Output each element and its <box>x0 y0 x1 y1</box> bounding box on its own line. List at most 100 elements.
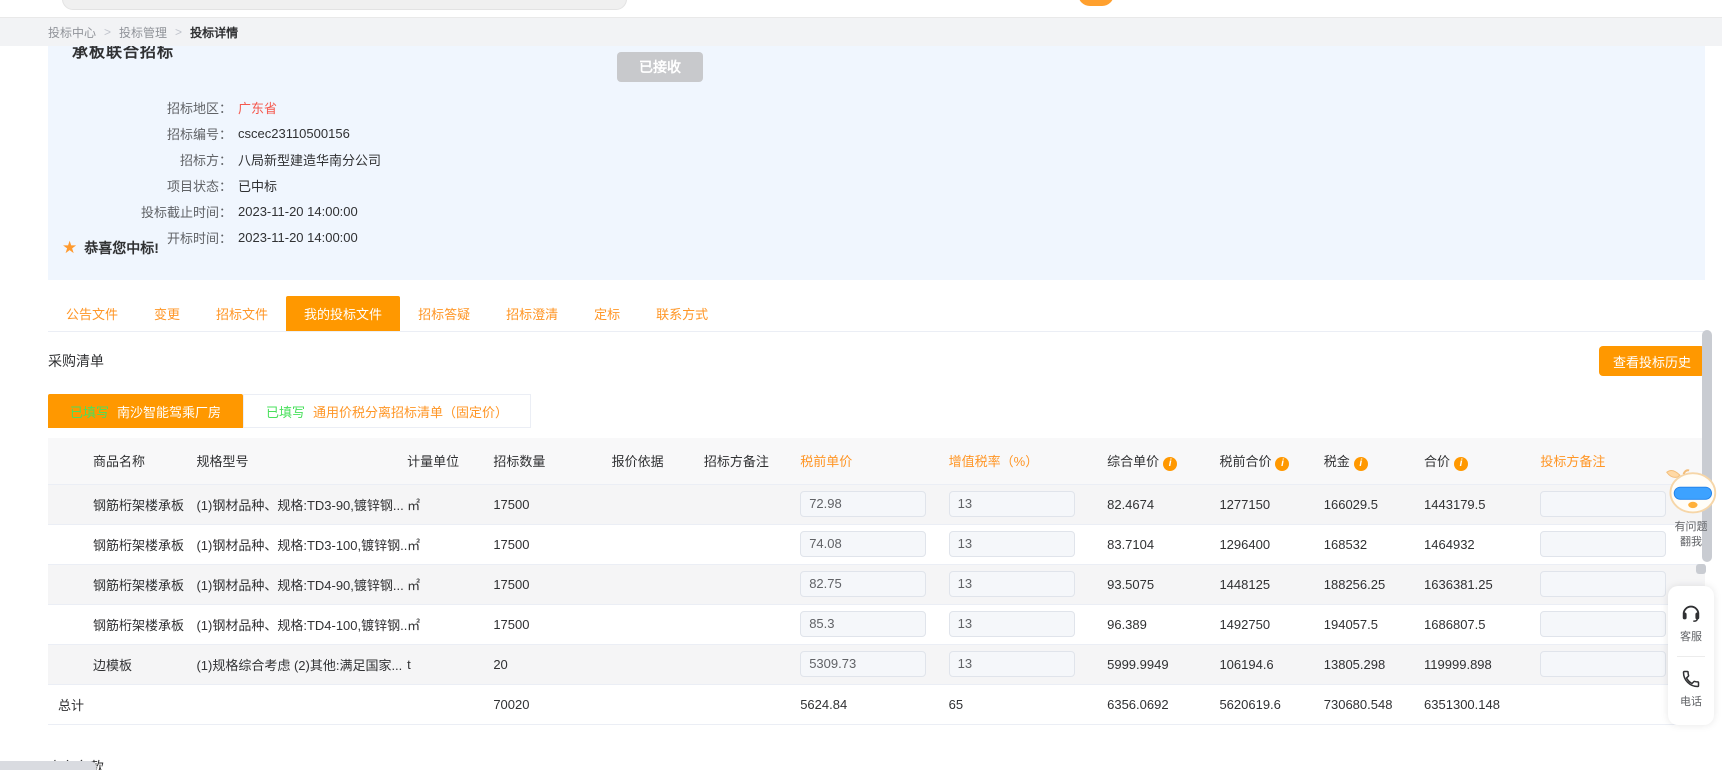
pretax-price-input[interactable]: 85.3 <box>800 611 926 637</box>
cell-unit: ㎡ <box>407 604 493 644</box>
cell-unit: ㎡ <box>407 484 493 524</box>
cell-composite_price: 82.4674 <box>1107 484 1219 524</box>
business-terms-title: 商务条款 <box>48 757 1722 770</box>
cell-spec: (1)钢材品种、规格:TD3-90,镀锌钢... <box>196 484 407 524</box>
total-cell-basis <box>612 684 704 724</box>
bidder-note-input[interactable] <box>1540 491 1666 517</box>
total-cell-tenderer_note <box>704 684 800 724</box>
cell-tax: 13805.298 <box>1324 644 1424 684</box>
subtab[interactable]: 已填写通用价税分离招标清单（固定价） <box>243 394 531 428</box>
bidder-note-input[interactable] <box>1540 571 1666 597</box>
breadcrumb-item[interactable]: 投标管理 <box>119 24 167 41</box>
purchase-table-body: 钢筋桁架楼承板(1)钢材品种、规格:TD3-90,镀锌钢...㎡1750072.… <box>48 484 1705 724</box>
cell-name: 边模板 <box>48 644 196 684</box>
congrats-row: ★ 恭喜您中标! <box>62 238 159 258</box>
cell-vat_rate: 13 <box>949 644 1107 684</box>
cell-tax: 194057.5 <box>1324 604 1424 644</box>
vat-rate-input[interactable]: 13 <box>949 571 1075 597</box>
customer-service-button[interactable]: 客服 <box>1680 598 1702 648</box>
cell-pretax_price: 5309.73 <box>800 644 948 684</box>
cell-basis <box>612 484 704 524</box>
info-field-value: 广东省 <box>238 98 277 117</box>
bidder-note-input[interactable] <box>1540 611 1666 637</box>
mascot-helper-icon[interactable] <box>1663 462 1719 518</box>
cell-pretax_price: 74.08 <box>800 524 948 564</box>
cell-vat_rate: 13 <box>949 524 1107 564</box>
view-bid-history-button[interactable]: 查看投标历史 <box>1599 346 1705 376</box>
pretax-price-input[interactable]: 74.08 <box>800 531 926 557</box>
column-header-label: 税金 <box>1324 454 1350 469</box>
info-icon[interactable]: i <box>1163 457 1177 471</box>
subtab-label: 通用价税分离招标清单（固定价） <box>313 402 508 421</box>
cell-qty: 17500 <box>493 604 611 644</box>
cell-unit: ㎡ <box>407 524 493 564</box>
column-header: 招标数量 <box>493 438 611 484</box>
vat-rate-input[interactable]: 13 <box>949 491 1075 517</box>
cell-qty: 17500 <box>493 564 611 604</box>
info-field-value: 已中标 <box>238 176 277 195</box>
cell-tenderer_note <box>704 604 800 644</box>
total-cell-composite_price: 6356.0692 <box>1107 684 1219 724</box>
info-icon[interactable]: i <box>1354 457 1368 471</box>
cell-name: 钢筋桁架楼承板 <box>48 484 196 524</box>
vat-rate-input[interactable]: 13 <box>949 651 1075 677</box>
column-header: 合价i <box>1424 438 1540 484</box>
bidder-note-input[interactable] <box>1540 531 1666 557</box>
tab-item[interactable]: 我的投标文件 <box>286 296 400 331</box>
table-row: 边模板(1)规格综合考虑 (2)其他:满足国家...t205309.731359… <box>48 644 1705 684</box>
pretax-price-input[interactable]: 82.75 <box>800 571 926 597</box>
cell-name: 钢筋桁架楼承板 <box>48 604 196 644</box>
phone-button[interactable]: 电话 <box>1680 665 1702 713</box>
cell-basis <box>612 524 704 564</box>
bid-info-panel: 承板联合招标 已接收 招标地区：广东省招标编号：cscec23110500156… <box>48 46 1705 280</box>
column-header-label: 投标方备注 <box>1540 454 1605 469</box>
tab-item[interactable]: 定标 <box>576 296 638 331</box>
column-header-label: 招标方备注 <box>704 454 769 469</box>
breadcrumb-item[interactable]: 投标中心 <box>48 24 96 41</box>
bidder-note-input[interactable] <box>1540 651 1666 677</box>
cell-tax: 166029.5 <box>1324 484 1424 524</box>
cell-tenderer_note <box>704 484 800 524</box>
subtab[interactable]: 已填写南沙智能驾乘厂房 <box>48 394 243 428</box>
mascot-hand-icon <box>1696 564 1706 574</box>
tab-item[interactable]: 变更 <box>136 296 198 331</box>
vat-rate-input[interactable]: 13 <box>949 611 1075 637</box>
info-field-label: 投标截止时间： <box>72 202 232 221</box>
column-header: 增值税率（%） <box>949 438 1107 484</box>
headset-icon <box>1680 602 1702 624</box>
cell-spec: (1)钢材品种、规格:TD4-100,镀锌钢... <box>196 604 407 644</box>
tab-item[interactable]: 招标澄清 <box>488 296 576 331</box>
tab-item[interactable]: 招标文件 <box>198 296 286 331</box>
cell-vat_rate: 13 <box>949 604 1107 644</box>
toolbar: 采购清单 查看投标历史 <box>48 346 1705 376</box>
cell-composite_price: 83.7104 <box>1107 524 1219 564</box>
column-header-label: 规格型号 <box>196 454 248 469</box>
pretax-price-input[interactable]: 72.98 <box>800 491 926 517</box>
bottom-clipped-element <box>0 761 96 770</box>
column-header-label: 报价依据 <box>612 454 664 469</box>
cell-name: 钢筋桁架楼承板 <box>48 564 196 604</box>
cell-pretax_price: 72.98 <box>800 484 948 524</box>
tab-item[interactable]: 公告文件 <box>48 296 136 331</box>
topbar-pill <box>62 0 627 10</box>
info-icon[interactable]: i <box>1275 457 1289 471</box>
tab-item[interactable]: 联系方式 <box>638 296 726 331</box>
table-row: 钢筋桁架楼承板(1)钢材品种、规格:TD3-100,镀锌钢...㎡1750074… <box>48 524 1705 564</box>
info-icon[interactable]: i <box>1454 457 1468 471</box>
vat-rate-input[interactable]: 13 <box>949 531 1075 557</box>
cell-spec: (1)钢材品种、规格:TD3-100,镀锌钢... <box>196 524 407 564</box>
cell-pretax_total: 1448125 <box>1219 564 1323 604</box>
info-field: 招标编号：cscec23110500156 <box>72 120 1705 146</box>
cell-pretax_price: 85.3 <box>800 604 948 644</box>
cell-tenderer_note <box>704 644 800 684</box>
info-field-label: 招标编号： <box>72 124 232 143</box>
tab-item[interactable]: 招标答疑 <box>400 296 488 331</box>
table-row: 钢筋桁架楼承板(1)钢材品种、规格:TD4-90,镀锌钢...㎡1750082.… <box>48 564 1705 604</box>
cell-total: 1464932 <box>1424 524 1540 564</box>
column-header-label: 增值税率（%） <box>949 454 1039 469</box>
breadcrumb-item[interactable]: 投标详情 <box>190 24 238 41</box>
pretax-price-input[interactable]: 5309.73 <box>800 651 926 677</box>
column-header-label: 税前单价 <box>800 454 852 469</box>
total-row: 总计700205624.84656356.06925620619.6730680… <box>48 684 1705 724</box>
column-header: 税前单价 <box>800 438 948 484</box>
